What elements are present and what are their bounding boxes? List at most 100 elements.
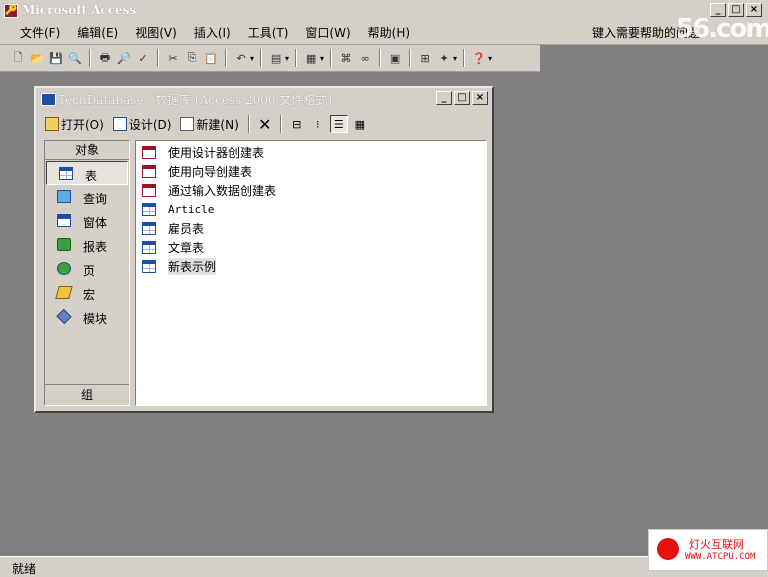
object-pages[interactable]: 页 [45,257,129,281]
groups-button[interactable]: 组 [45,384,129,405]
open-button[interactable]: 打开(O) [42,115,107,134]
app-title-bar: 🔑 Microsoft Access _ □ × [0,0,768,23]
analyze-dropdown-icon[interactable]: ▾ [320,54,324,63]
design-button-label: 设计(D) [128,117,172,132]
new-object-dropdown-icon[interactable]: ▾ [453,54,457,63]
help-icon[interactable]: ❓ [471,50,487,66]
code-icon[interactable]: ⌘ [338,50,354,66]
open-icon [45,117,59,131]
table-icon [142,259,156,273]
list-item-label: 文章表 [168,240,205,255]
undo-dropdown-icon[interactable]: ▾ [250,54,254,63]
new-file-icon[interactable]: 🗋 [10,50,26,66]
watermark-badge: 灯火互联网 WWW.ATCPU.COM [648,529,768,571]
object-label: 报表 [83,240,108,254]
main-toolbar: 🗋 📂 💾 🔍 🖶 🔎 ✓ ✂ ⎘ 📋 ↶ ▾ ▤ ▾ ▦ ▾ ⌘ ∞ ▣ ⊞ … [0,45,540,72]
list-item-label: 雇员表 [168,221,205,236]
access-key-icon[interactable]: 🔑 [4,4,18,18]
menu-edit[interactable]: 编辑(E) [69,25,127,41]
toolbar-separator [225,49,227,67]
list-item-create-wizard[interactable]: 使用向导创建表 [142,162,252,180]
toolbar-separator [463,49,466,67]
database-icon [41,93,56,106]
script-icon[interactable]: ∞ [357,50,373,66]
object-label: 表 [85,169,98,183]
toolbar-separator [279,115,282,133]
db-minimize-button[interactable]: _ [436,91,452,105]
delete-icon[interactable]: ✕ [256,115,274,134]
wizard-icon [142,164,156,178]
database-toolbar: 打开(O) 设计(D) 新建(N) ✕ ⊟ ⁝ ☰ ▦ [42,112,369,136]
query-icon [57,190,71,203]
object-modules[interactable]: 模块 [45,305,129,329]
menu-tools[interactable]: 工具(T) [240,25,298,41]
office-links-icon[interactable]: ▤ [268,50,284,66]
object-list: 使用设计器创建表 使用向导创建表 通过输入数据创建表 Article 雇员表 文… [135,140,487,406]
large-icons-view-icon[interactable]: ⊟ [288,115,306,133]
object-label: 宏 [83,288,96,302]
object-reports[interactable]: 报表 [45,233,129,257]
menu-file[interactable]: 文件(F) [12,25,69,41]
relationships-icon[interactable]: ⊞ [417,50,433,66]
db-maximize-button[interactable]: □ [454,91,470,105]
list-view-icon[interactable]: ☰ [329,115,348,133]
watermark-logo: 56.com [676,14,768,44]
db-close-button[interactable]: × [472,91,488,105]
menu-view[interactable]: 视图(V) [127,25,186,41]
menu-window[interactable]: 窗口(W) [297,25,359,41]
object-queries[interactable]: 查询 [45,185,129,209]
list-item-label: Article [168,202,215,216]
menu-bar: 文件(F) 编辑(E) 视图(V) 插入(I) 工具(T) 窗口(W) 帮助(H… [0,22,768,45]
analyze-icon[interactable]: ▦ [303,50,319,66]
database-window-title: TechDatabase : 数据库 (Access 2000 文件格式) [58,93,333,107]
report-icon [57,238,71,251]
menu-help[interactable]: 帮助(H) [360,25,419,41]
object-label: 查询 [83,192,108,206]
details-view-icon[interactable]: ▦ [351,115,369,133]
search-file-icon[interactable]: 🔍 [67,50,83,66]
objects-header[interactable]: 对象 [45,141,129,160]
save-icon[interactable]: 💾 [48,50,64,66]
print-icon[interactable]: 🖶 [97,50,113,66]
page-icon [57,262,71,275]
small-icons-view-icon[interactable]: ⁝ [309,115,327,133]
office-links-dropdown-icon[interactable]: ▾ [285,54,289,63]
cut-icon[interactable]: ✂ [165,50,181,66]
undo-icon[interactable]: ↶ [233,50,249,66]
macro-icon [55,286,73,299]
properties-icon[interactable]: ▣ [387,50,403,66]
open-folder-icon[interactable]: 📂 [29,50,45,66]
lamp-icon [657,538,679,560]
module-icon [56,308,72,325]
object-macros[interactable]: 宏 [45,281,129,305]
list-item-label: 使用向导创建表 [168,164,253,179]
new-button-label: 新建(N) [196,117,239,132]
list-item-table-articles[interactable]: 文章表 [142,238,204,256]
menu-insert[interactable]: 插入(I) [186,25,240,41]
toolbar-separator [379,49,382,67]
print-preview-icon[interactable]: 🔎 [116,50,132,66]
object-tables[interactable]: 表 [46,161,128,185]
database-window-title-bar[interactable]: TechDatabase : 数据库 (Access 2000 文件格式) _ … [38,90,490,108]
list-item-table-article[interactable]: Article [142,200,214,218]
table-icon [59,167,73,180]
toolbar-options-icon[interactable]: ▾ [488,54,492,63]
spelling-icon[interactable]: ✓ [135,50,151,66]
object-label: 模块 [83,312,108,326]
copy-icon[interactable]: ⎘ [184,50,200,66]
object-label: 页 [83,264,96,278]
design-button[interactable]: 设计(D) [110,115,175,134]
toolbar-separator [260,49,263,67]
paste-icon[interactable]: 📋 [203,50,219,66]
new-object-icon[interactable]: ✦ [436,50,452,66]
new-button[interactable]: 新建(N) [177,115,241,134]
new-icon [180,117,195,131]
list-item-table-sample[interactable]: 新表示例 [142,257,217,275]
database-window: TechDatabase : 数据库 (Access 2000 文件格式) _ … [34,86,494,413]
list-item-table-employees[interactable]: 雇员表 [142,219,204,237]
toolbar-separator [157,49,159,67]
object-forms[interactable]: 窗体 [45,209,129,233]
list-item-label: 通过输入数据创建表 [168,183,277,198]
list-item-create-design[interactable]: 使用设计器创建表 [142,143,264,161]
list-item-create-data-entry[interactable]: 通过输入数据创建表 [142,181,276,199]
